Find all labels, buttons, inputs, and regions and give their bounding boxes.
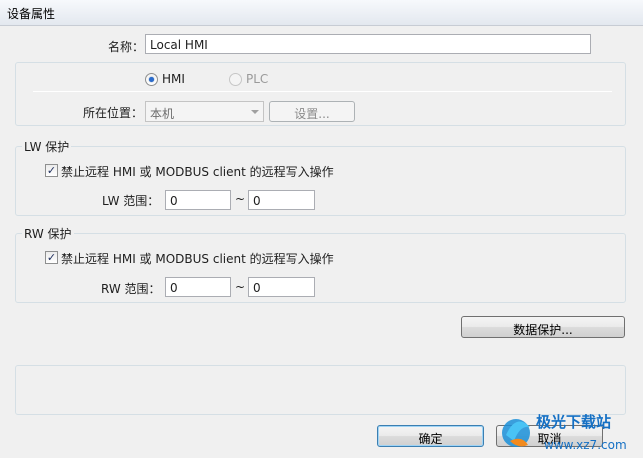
plc-radio[interactable] bbox=[229, 73, 242, 86]
hmi-radio[interactable] bbox=[145, 73, 158, 86]
aurora-logo-icon bbox=[502, 419, 530, 447]
rw-range-label: RW 范围： bbox=[101, 282, 161, 296]
checkmark-icon: ✓ bbox=[46, 164, 57, 177]
location-select-value: 本机 bbox=[150, 107, 175, 121]
watermark-logo: 极光下载站 www.xz7.com bbox=[502, 413, 627, 452]
title-bar: 设备属性 bbox=[0, 0, 643, 26]
plc-radio-label: PLC bbox=[246, 72, 269, 86]
rw-protect-checkbox-label: 禁止远程 HMI 或 MODBUS client 的远程写入操作 bbox=[61, 252, 334, 266]
watermark-cn: 极光下载站 bbox=[536, 413, 611, 431]
data-protect-button[interactable]: 数据保护... bbox=[461, 316, 625, 338]
window-title: 设备属性 bbox=[7, 7, 56, 21]
lw-protect-checkbox[interactable]: ✓ bbox=[45, 164, 58, 177]
separator-line bbox=[33, 91, 612, 92]
lw-protect-title: LW 保护 bbox=[22, 138, 72, 155]
location-label: 所在位置： bbox=[83, 106, 144, 120]
watermark-url: www.xz7.com bbox=[544, 438, 627, 452]
location-settings-button[interactable]: 设置... bbox=[269, 101, 355, 122]
rw-range-to-input[interactable]: 0 bbox=[248, 277, 315, 297]
lw-range-from-input[interactable]: 0 bbox=[165, 190, 231, 210]
lw-range-label: LW 范围： bbox=[102, 194, 160, 208]
lw-range-separator: ~ bbox=[235, 192, 246, 206]
hmi-radio-label: HMI bbox=[162, 72, 185, 86]
lw-protect-checkbox-label: 禁止远程 HMI 或 MODBUS client 的远程写入操作 bbox=[61, 165, 334, 179]
rw-protect-title: RW 保护 bbox=[22, 225, 74, 242]
rw-range-separator: ~ bbox=[235, 280, 246, 294]
lw-range-to-input[interactable]: 0 bbox=[248, 190, 315, 210]
chevron-down-icon bbox=[251, 110, 259, 114]
ok-button[interactable]: 确定 bbox=[377, 425, 484, 447]
rw-protect-checkbox[interactable]: ✓ bbox=[45, 251, 58, 264]
name-input[interactable]: Local HMI bbox=[145, 34, 591, 54]
rw-range-from-input[interactable]: 0 bbox=[165, 277, 231, 297]
name-label: 名称： bbox=[108, 40, 145, 54]
checkmark-icon: ✓ bbox=[46, 251, 57, 264]
location-select[interactable]: 本机 bbox=[145, 101, 264, 122]
